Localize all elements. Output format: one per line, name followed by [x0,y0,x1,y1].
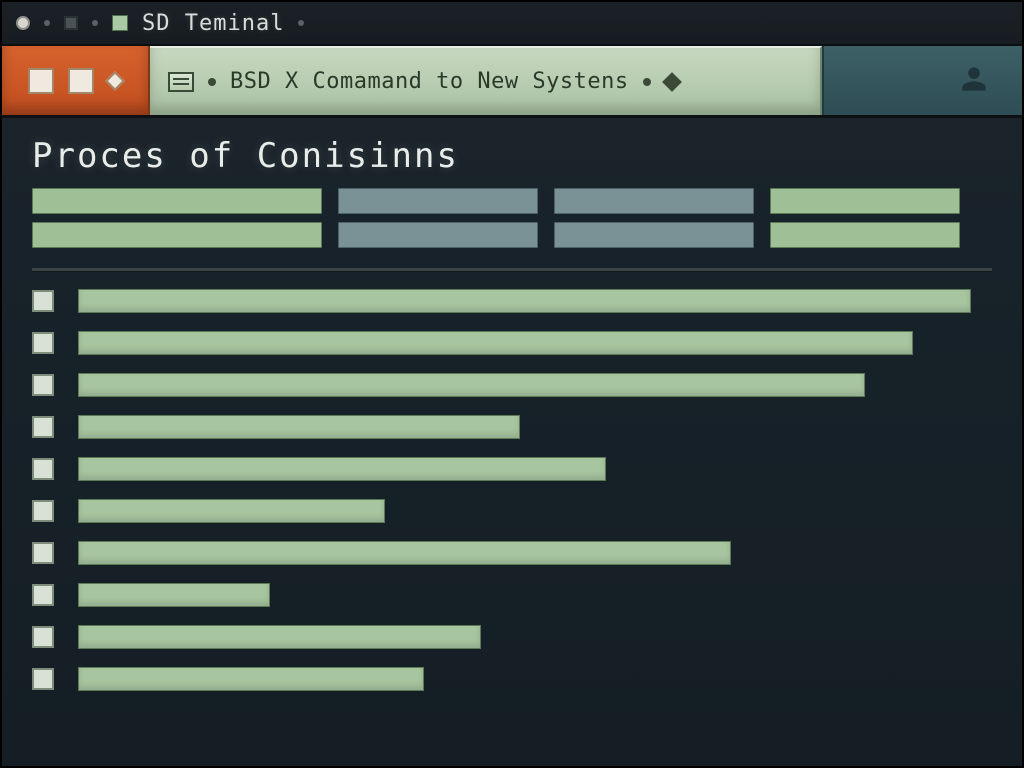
header-cell [32,222,322,248]
app-chip-icon [112,15,128,31]
row-bar [78,625,481,649]
tab-label: BSD X Comamand to New Systens [230,69,629,94]
row-bar [78,289,971,313]
row-bar [78,415,520,439]
row-bullet-icon [32,458,54,480]
row-bar [78,541,731,565]
header-cell [770,188,960,214]
page-title: Proces of Conisinns [32,136,992,176]
row-bar [78,331,913,355]
tab-diamond-icon [662,72,682,92]
content-area: Proces of Conisinns [2,118,1022,766]
header-cell [338,222,538,248]
titlebar-dot [92,20,98,26]
header-cell [554,188,754,214]
window-min-icon[interactable] [64,16,78,30]
row-bar [78,583,270,607]
process-row[interactable] [32,289,992,313]
launcher-diamond-icon [105,71,125,91]
terminal-window: SD Teminal BSD X Comamand to New Systens… [0,0,1024,768]
window-close-dot[interactable] [16,16,30,30]
header-cell [770,222,960,248]
launcher-square-icon [28,68,54,94]
row-bullet-icon [32,626,54,648]
process-row[interactable] [32,499,992,523]
process-row[interactable] [32,415,992,439]
terminal-tab-icon [168,72,194,92]
titlebar-dot [298,20,304,26]
header-cell [32,188,322,214]
process-row[interactable] [32,331,992,355]
process-row[interactable] [32,667,992,691]
titlebar-dot [44,20,50,26]
row-bar [78,499,385,523]
user-icon [960,65,988,97]
row-bullet-icon [32,416,54,438]
row-bar [78,457,606,481]
window-title: SD Teminal [142,11,284,36]
tab-launcher[interactable] [2,46,150,115]
process-row[interactable] [32,583,992,607]
tab-dot-icon [208,78,216,86]
header-cell [338,188,538,214]
row-bullet-icon [32,542,54,564]
tab-dot-icon [643,78,651,86]
row-bullet-icon [32,668,54,690]
tab-userpanel[interactable] [822,46,1022,115]
section-divider [32,268,992,271]
row-bullet-icon [32,332,54,354]
header-grid [32,188,992,248]
row-bar [78,373,865,397]
launcher-square-icon [68,68,94,94]
row-bullet-icon [32,374,54,396]
row-bullet-icon [32,584,54,606]
row-bullet-icon [32,290,54,312]
process-list [32,289,992,691]
tabbar: BSD X Comamand to New Systens [2,46,1022,118]
row-bullet-icon [32,500,54,522]
process-row[interactable] [32,625,992,649]
process-row[interactable] [32,541,992,565]
process-row[interactable] [32,457,992,481]
row-bar [78,667,424,691]
titlebar: SD Teminal [2,2,1022,46]
header-cell [554,222,754,248]
tab-active[interactable]: BSD X Comamand to New Systens [150,46,822,115]
process-row[interactable] [32,373,992,397]
